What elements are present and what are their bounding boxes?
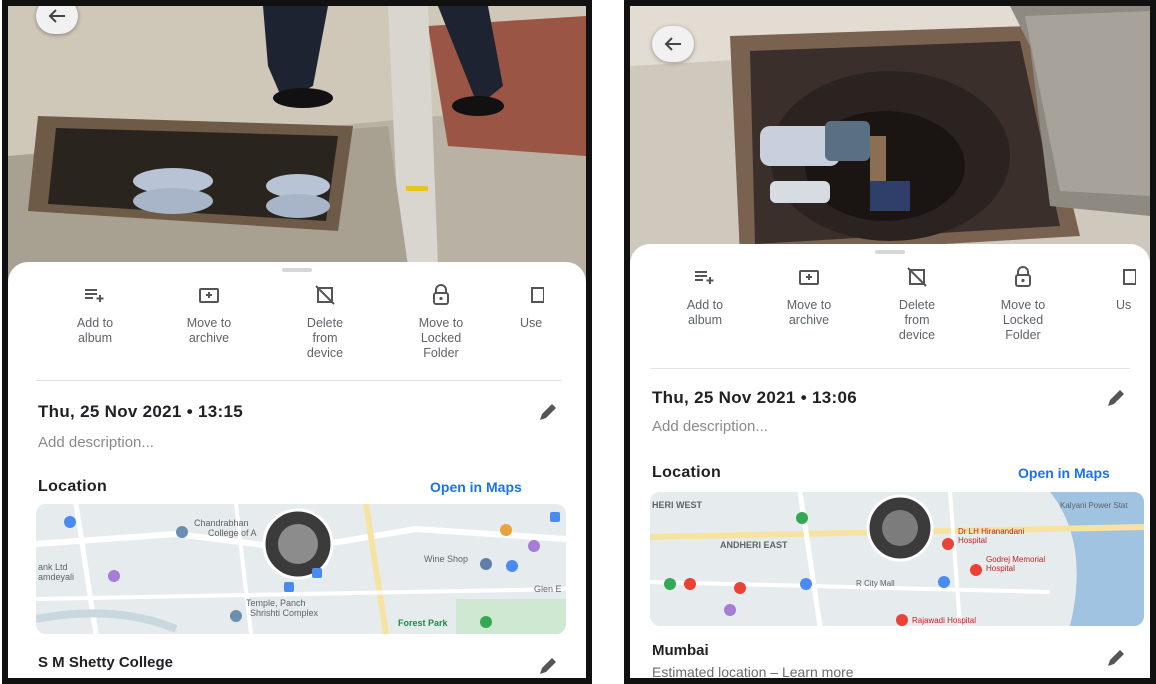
edit-datetime-button[interactable]: [536, 402, 558, 424]
map-label: HERI WEST: [652, 500, 703, 510]
map-label: Hospital: [986, 564, 1015, 573]
divider: [36, 380, 562, 381]
move-to-locked-folder-button[interactable]: Move to Locked Folder: [386, 282, 496, 361]
photo-info-panel-left: Add to album Move to archive Delete from…: [2, 0, 592, 684]
photo-preview-open-manhole: [630, 6, 1150, 261]
edit-pencil-icon: [1108, 650, 1124, 666]
back-button[interactable]: [36, 6, 78, 34]
location-map[interactable]: Chandrabhan College of A Wine Shop Templ…: [36, 504, 566, 634]
map-label: ank Ltd: [38, 562, 68, 572]
map-label: Glen E: [534, 584, 562, 594]
details-bottom-sheet: Add to album Move to archive Delete from…: [630, 244, 1150, 678]
map-label: Hospital: [958, 536, 987, 545]
lock-icon: [433, 284, 449, 305]
estimated-location-note: Estimated location – Learn more: [652, 664, 854, 680]
use-as-icon: [531, 287, 544, 303]
learn-more-link[interactable]: Learn more: [782, 664, 854, 678]
edit-location-button[interactable]: [536, 656, 558, 678]
divider: [650, 368, 1130, 369]
add-to-album-button[interactable]: Add to album: [40, 282, 150, 346]
place-name: Mumbai: [652, 642, 709, 659]
use-as-label: Us: [1116, 298, 1132, 312]
move-to-locked-folder-label: Move to Locked Folder: [418, 316, 464, 360]
map-label: Forest Park: [398, 618, 449, 628]
use-as-icon: [1123, 269, 1136, 285]
sheet-drag-handle[interactable]: [282, 268, 312, 272]
map-label: Kalyani Power Stat: [1060, 501, 1128, 510]
photo-datetime: Thu, 25 Nov 2021 • 13:15: [38, 402, 243, 421]
move-to-archive-label: Move to archive: [786, 298, 832, 327]
delete-from-device-icon: [907, 267, 927, 287]
add-to-album-icon: [85, 289, 104, 302]
sheet-drag-handle[interactable]: [875, 250, 905, 254]
map-label: Rajawadi Hospital: [912, 616, 976, 625]
photo-preview-open-valve-chamber: [8, 6, 586, 286]
map-label: Chandrabhan: [194, 518, 249, 528]
add-description-input[interactable]: Add description...: [652, 418, 768, 435]
use-as-button[interactable]: Use: [520, 282, 580, 331]
coordinates: 19.116, 72.906: [38, 676, 131, 684]
archive-icon: [799, 270, 819, 285]
back-button[interactable]: [652, 26, 694, 62]
location-map[interactable]: HERI WEST ANDHERI EAST Dr LH Hiranandani…: [650, 492, 1144, 626]
back-arrow-icon: [664, 37, 681, 51]
move-to-archive-button[interactable]: Move to archive: [154, 282, 264, 346]
lock-icon: [1015, 266, 1031, 287]
estimated-location-text: Estimated location –: [652, 664, 782, 680]
map-label: amdeyali: [38, 572, 74, 582]
location-heading: Location: [38, 478, 108, 495]
map-label: R City Mall: [856, 579, 895, 588]
map-label: ANDHERI EAST: [720, 540, 788, 550]
delete-from-device-button[interactable]: Delete from device: [270, 282, 380, 361]
map-label: Shrishti Complex: [250, 608, 319, 618]
open-in-maps-link[interactable]: Open in Maps: [1018, 465, 1110, 481]
edit-pencil-icon: [1108, 390, 1124, 406]
delete-from-device-label: Delete from device: [306, 316, 344, 360]
map-label: College of A: [208, 528, 257, 538]
archive-icon: [199, 288, 219, 303]
details-bottom-sheet: Add to album Move to archive Delete from…: [8, 262, 586, 678]
edit-pencil-icon: [540, 658, 556, 674]
place-name: S M Shetty College: [38, 654, 174, 671]
delete-from-device-button[interactable]: Delete from device: [862, 264, 972, 343]
location-heading: Location: [652, 464, 722, 481]
delete-from-device-label: Delete from device: [898, 298, 936, 342]
map-label: Temple, Panch: [246, 598, 306, 608]
add-to-album-icon: [695, 271, 714, 284]
move-to-archive-label: Move to archive: [186, 316, 232, 345]
add-to-album-button[interactable]: Add to album: [650, 264, 760, 328]
back-arrow-icon: [48, 9, 65, 23]
action-row: Add to album Move to archive Delete from…: [630, 264, 1150, 374]
add-description-input[interactable]: Add description...: [38, 434, 154, 451]
delete-from-device-icon: [315, 285, 335, 305]
action-row: Add to album Move to archive Delete from…: [8, 282, 586, 392]
use-as-button[interactable]: Us: [1116, 264, 1150, 313]
add-to-album-label: Add to album: [76, 316, 114, 345]
photo-datetime: Thu, 25 Nov 2021 • 13:06: [652, 388, 857, 407]
move-to-archive-button[interactable]: Move to archive: [754, 264, 864, 328]
move-to-locked-folder-label: Move to Locked Folder: [1000, 298, 1046, 342]
move-to-locked-folder-button[interactable]: Move to Locked Folder: [968, 264, 1078, 343]
map-label: Wine Shop: [424, 554, 468, 564]
photo-info-panel-right: Add to album Move to archive Delete from…: [624, 0, 1156, 684]
edit-datetime-button[interactable]: [1104, 388, 1126, 410]
open-in-maps-link[interactable]: Open in Maps: [430, 479, 522, 495]
map-label: Dr LH Hiranandani: [958, 527, 1024, 536]
add-to-album-label: Add to album: [686, 298, 724, 327]
edit-pencil-icon: [540, 404, 556, 420]
map-label: Godrej Memorial: [986, 555, 1045, 564]
use-as-label: Use: [520, 316, 543, 330]
edit-location-button[interactable]: [1104, 648, 1126, 670]
